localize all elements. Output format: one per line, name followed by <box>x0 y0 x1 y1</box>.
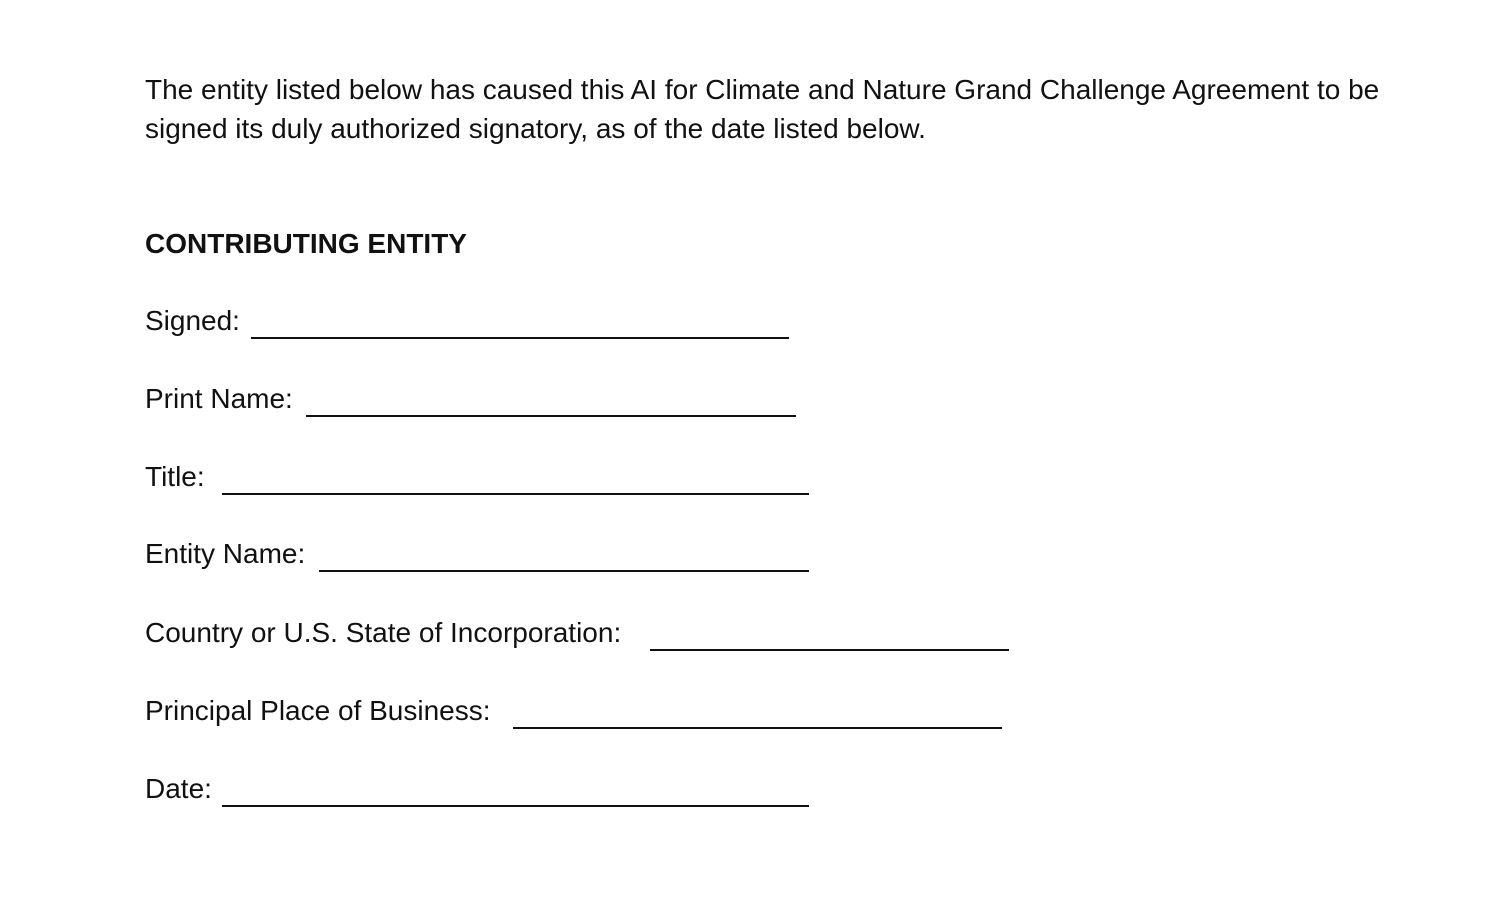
country-state-line[interactable] <box>650 649 1009 651</box>
entity-name-label: Entity Name: <box>145 538 306 569</box>
print-name-label: Print Name: <box>145 383 293 414</box>
date-label: Date: <box>145 773 212 804</box>
principal-place-label: Principal Place of Business: <box>145 695 491 726</box>
title-label: Title: <box>145 461 205 492</box>
section-heading: CONTRIBUTING ENTITY <box>145 228 467 259</box>
date-line[interactable] <box>222 805 809 807</box>
principal-place-line[interactable] <box>513 727 1002 729</box>
signed-label: Signed: <box>145 305 240 336</box>
print-name-line[interactable] <box>306 415 796 417</box>
country-state-label: Country or U.S. State of Incorporation: <box>145 617 622 648</box>
entity-name-line[interactable] <box>319 570 809 572</box>
signed-signature-line[interactable] <box>251 337 789 339</box>
intro-paragraph: The entity listed below has caused this … <box>145 74 1380 144</box>
document-page: The entity listed below has caused this … <box>0 0 1496 912</box>
title-line[interactable] <box>222 493 809 495</box>
